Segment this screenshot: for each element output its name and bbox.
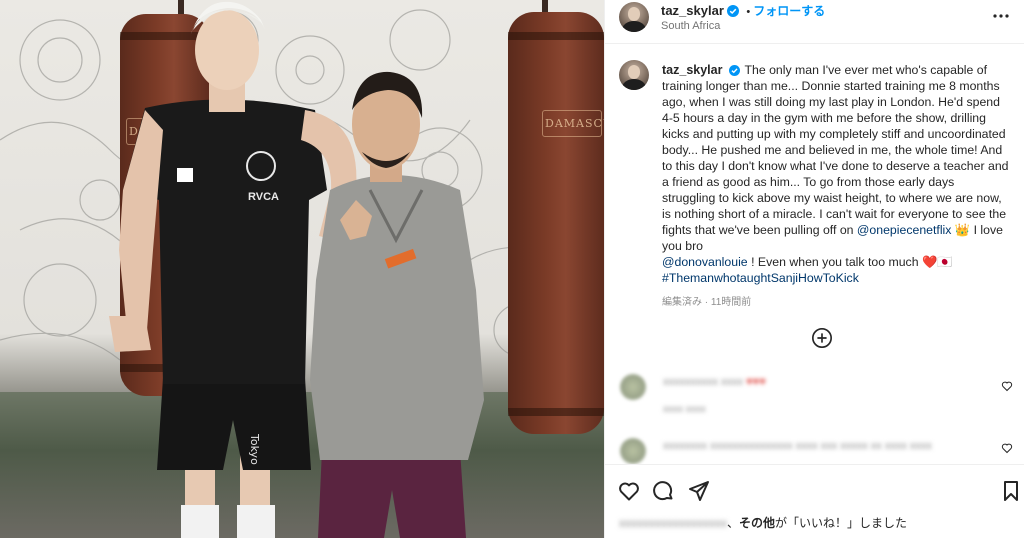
post-caption: taz_skylar The only man I've ever met who… (662, 62, 1010, 286)
mention-link[interactable]: @onepiecenetflix (857, 223, 952, 237)
add-comments-icon[interactable] (811, 327, 833, 349)
comment-username[interactable]: xxxxxxxx xxxxxxxxxxxxxxx xxxx xxx xxxxx … (663, 440, 932, 452)
verified-badge-icon (729, 65, 741, 76)
bag-logo-right: DAMASCUS (542, 110, 604, 137)
verified-badge-icon (726, 5, 739, 17)
post-photo[interactable]: DAMASCUS DAMASCUS RVCA Tokyo (0, 0, 604, 538)
likes-summary[interactable]: xxxxxxxxxxxxxxxxxx、その他が「いいね！」しました (619, 514, 907, 531)
caption-username[interactable]: taz_skylar (662, 63, 722, 77)
mention-link[interactable]: @donovanlouie (662, 255, 748, 269)
share-icon[interactable] (687, 479, 711, 503)
hashtag-link[interactable]: #ThemanwhotaughtSanjiHowToKick (662, 271, 859, 285)
likes-others-link[interactable]: その他 (739, 516, 775, 530)
author-avatar[interactable] (619, 2, 649, 32)
post-header: taz_skylar • フォローする South Africa (605, 0, 1024, 44)
tail-emoji: ❤️🇯🇵 (921, 255, 953, 269)
post-actions-bar: xxxxxxxxxxxxxxxxxx、その他が「いいね！」しました (605, 464, 1024, 538)
caption-text: The only man I've ever met who's capable… (662, 63, 1009, 237)
commenter-avatar[interactable] (620, 438, 646, 464)
header-separator: • (746, 6, 751, 18)
caption-text-3: ! Even when you talk too much (747, 255, 922, 269)
punching-bag-right: DAMASCUS (508, 12, 604, 434)
comment-item: xxxxxxxxxx xxxx ♥♥♥ xxxx xxxx (617, 374, 1017, 424)
comment-like-icon[interactable] (1001, 442, 1013, 454)
crown-emoji: 👑 (954, 223, 971, 237)
comment-like-icon[interactable] (1001, 380, 1013, 392)
more-options-icon[interactable] (989, 4, 1013, 28)
author-username[interactable]: taz_skylar (661, 3, 724, 18)
person-right (310, 71, 484, 538)
commenter-avatar[interactable] (620, 374, 646, 400)
liker-username[interactable]: xxxxxxxxxxxxxxxxxx (619, 516, 727, 530)
caption-avatar[interactable] (619, 60, 649, 90)
follow-button[interactable]: フォローする (753, 4, 825, 18)
post-side-panel: taz_skylar • フォローする South Africa taz_skyl… (604, 0, 1024, 538)
comment-icon[interactable] (651, 479, 675, 503)
comment-username[interactable]: xxxxxxxxxx xxxx ♥♥♥ (663, 376, 766, 388)
comment-meta: xxxx xxxx (663, 404, 706, 415)
shirt-print: RVCA (248, 191, 279, 203)
comment-item: xxxxxxxx xxxxxxxxxxxxxxx xxxx xxx xxxxx … (617, 436, 1017, 464)
post-location[interactable]: South Africa (661, 20, 720, 32)
bookmark-icon[interactable] (999, 479, 1023, 503)
edited-timestamp: 編集済み · 11時間前 (662, 297, 752, 308)
heart-icon[interactable] (617, 479, 641, 503)
svg-text:Tokyo: Tokyo (248, 433, 261, 465)
